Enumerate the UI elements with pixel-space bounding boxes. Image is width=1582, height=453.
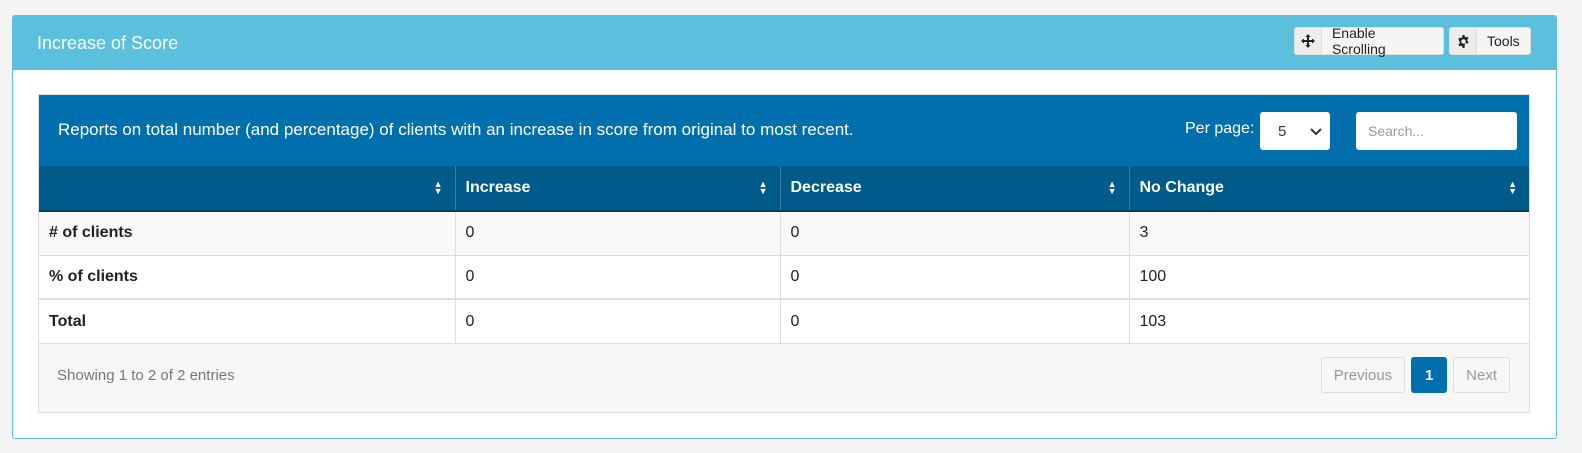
table-header-row: ▲ ▼ Increase ▲ ▼ Decrease ▲ ▼ No Change ▲ ▼ bbox=[39, 166, 1529, 212]
report-toolbar: Reports on total number (and percentage)… bbox=[39, 95, 1529, 166]
total-label: Total bbox=[39, 298, 456, 343]
column-header-no-change[interactable]: No Change ▲ ▼ bbox=[1129, 166, 1529, 212]
no-change-cell: 3 bbox=[1129, 211, 1529, 256]
gear-icon bbox=[1450, 28, 1477, 54]
no-change-cell: 100 bbox=[1129, 255, 1529, 300]
toolbar-divider bbox=[1342, 113, 1343, 149]
panel-title: Increase of Score bbox=[37, 33, 179, 53]
row-label: # of clients bbox=[39, 211, 456, 256]
score-table: ▲ ▼ Increase ▲ ▼ Decrease ▲ ▼ No Change ▲ ▼ bbox=[39, 166, 1529, 343]
sort-icon: ▲ ▼ bbox=[433, 179, 443, 196]
row-label: % of clients bbox=[39, 255, 456, 300]
search-input[interactable] bbox=[1356, 112, 1517, 150]
increase-cell: 0 bbox=[455, 255, 781, 300]
panel-header: Increase of Score Enable Scrolling Tools bbox=[13, 16, 1556, 70]
table-row: # of clients 0 0 3 bbox=[39, 211, 1529, 256]
sort-icon: ▲ ▼ bbox=[758, 179, 768, 196]
column-header-increase[interactable]: Increase ▲ ▼ bbox=[455, 166, 781, 212]
next-page-button[interactable]: Next bbox=[1453, 357, 1510, 393]
chevron-down-icon bbox=[1310, 123, 1322, 140]
report-table-container: Reports on total number (and percentage)… bbox=[38, 94, 1530, 413]
decrease-cell: 0 bbox=[780, 211, 1130, 256]
per-page-select[interactable]: 5 bbox=[1260, 112, 1330, 150]
total-decrease-cell: 0 bbox=[780, 298, 1130, 343]
decrease-cell: 0 bbox=[780, 255, 1130, 300]
enable-scrolling-label: Enable Scrolling bbox=[1331, 25, 1386, 57]
per-page-value: 5 bbox=[1278, 122, 1287, 140]
total-increase-cell: 0 bbox=[455, 298, 781, 343]
table-row: % of clients 0 0 100 bbox=[39, 255, 1529, 300]
total-row: Total 0 0 103 bbox=[39, 298, 1529, 343]
previous-page-button[interactable]: Previous bbox=[1320, 357, 1406, 393]
per-page-label: Per page: bbox=[1185, 120, 1255, 137]
enable-scrolling-button[interactable]: Enable Scrolling bbox=[1294, 25, 1444, 57]
sort-icon: ▲ ▼ bbox=[1107, 179, 1117, 196]
column-header-decrease[interactable]: Decrease ▲ ▼ bbox=[780, 166, 1130, 212]
report-description: Reports on total number (and percentage)… bbox=[58, 120, 854, 139]
table-footer: Showing 1 to 2 of 2 entries Previous 1 N… bbox=[39, 343, 1529, 412]
tools-label: Tools bbox=[1487, 33, 1520, 49]
move-arrows-icon bbox=[1295, 28, 1322, 54]
pagination: Previous 1 Next bbox=[1320, 357, 1510, 393]
increase-cell: 0 bbox=[455, 211, 781, 256]
sort-icon: ▲ ▼ bbox=[1508, 179, 1517, 196]
page-1-button[interactable]: 1 bbox=[1411, 357, 1448, 393]
total-no-change-cell: 103 bbox=[1129, 298, 1529, 343]
increase-of-score-panel: Increase of Score Enable Scrolling Tools… bbox=[12, 15, 1557, 439]
column-header-row-label[interactable]: ▲ ▼ bbox=[39, 166, 456, 212]
entries-info: Showing 1 to 2 of 2 entries bbox=[57, 367, 235, 384]
tools-button[interactable]: Tools bbox=[1449, 27, 1531, 55]
